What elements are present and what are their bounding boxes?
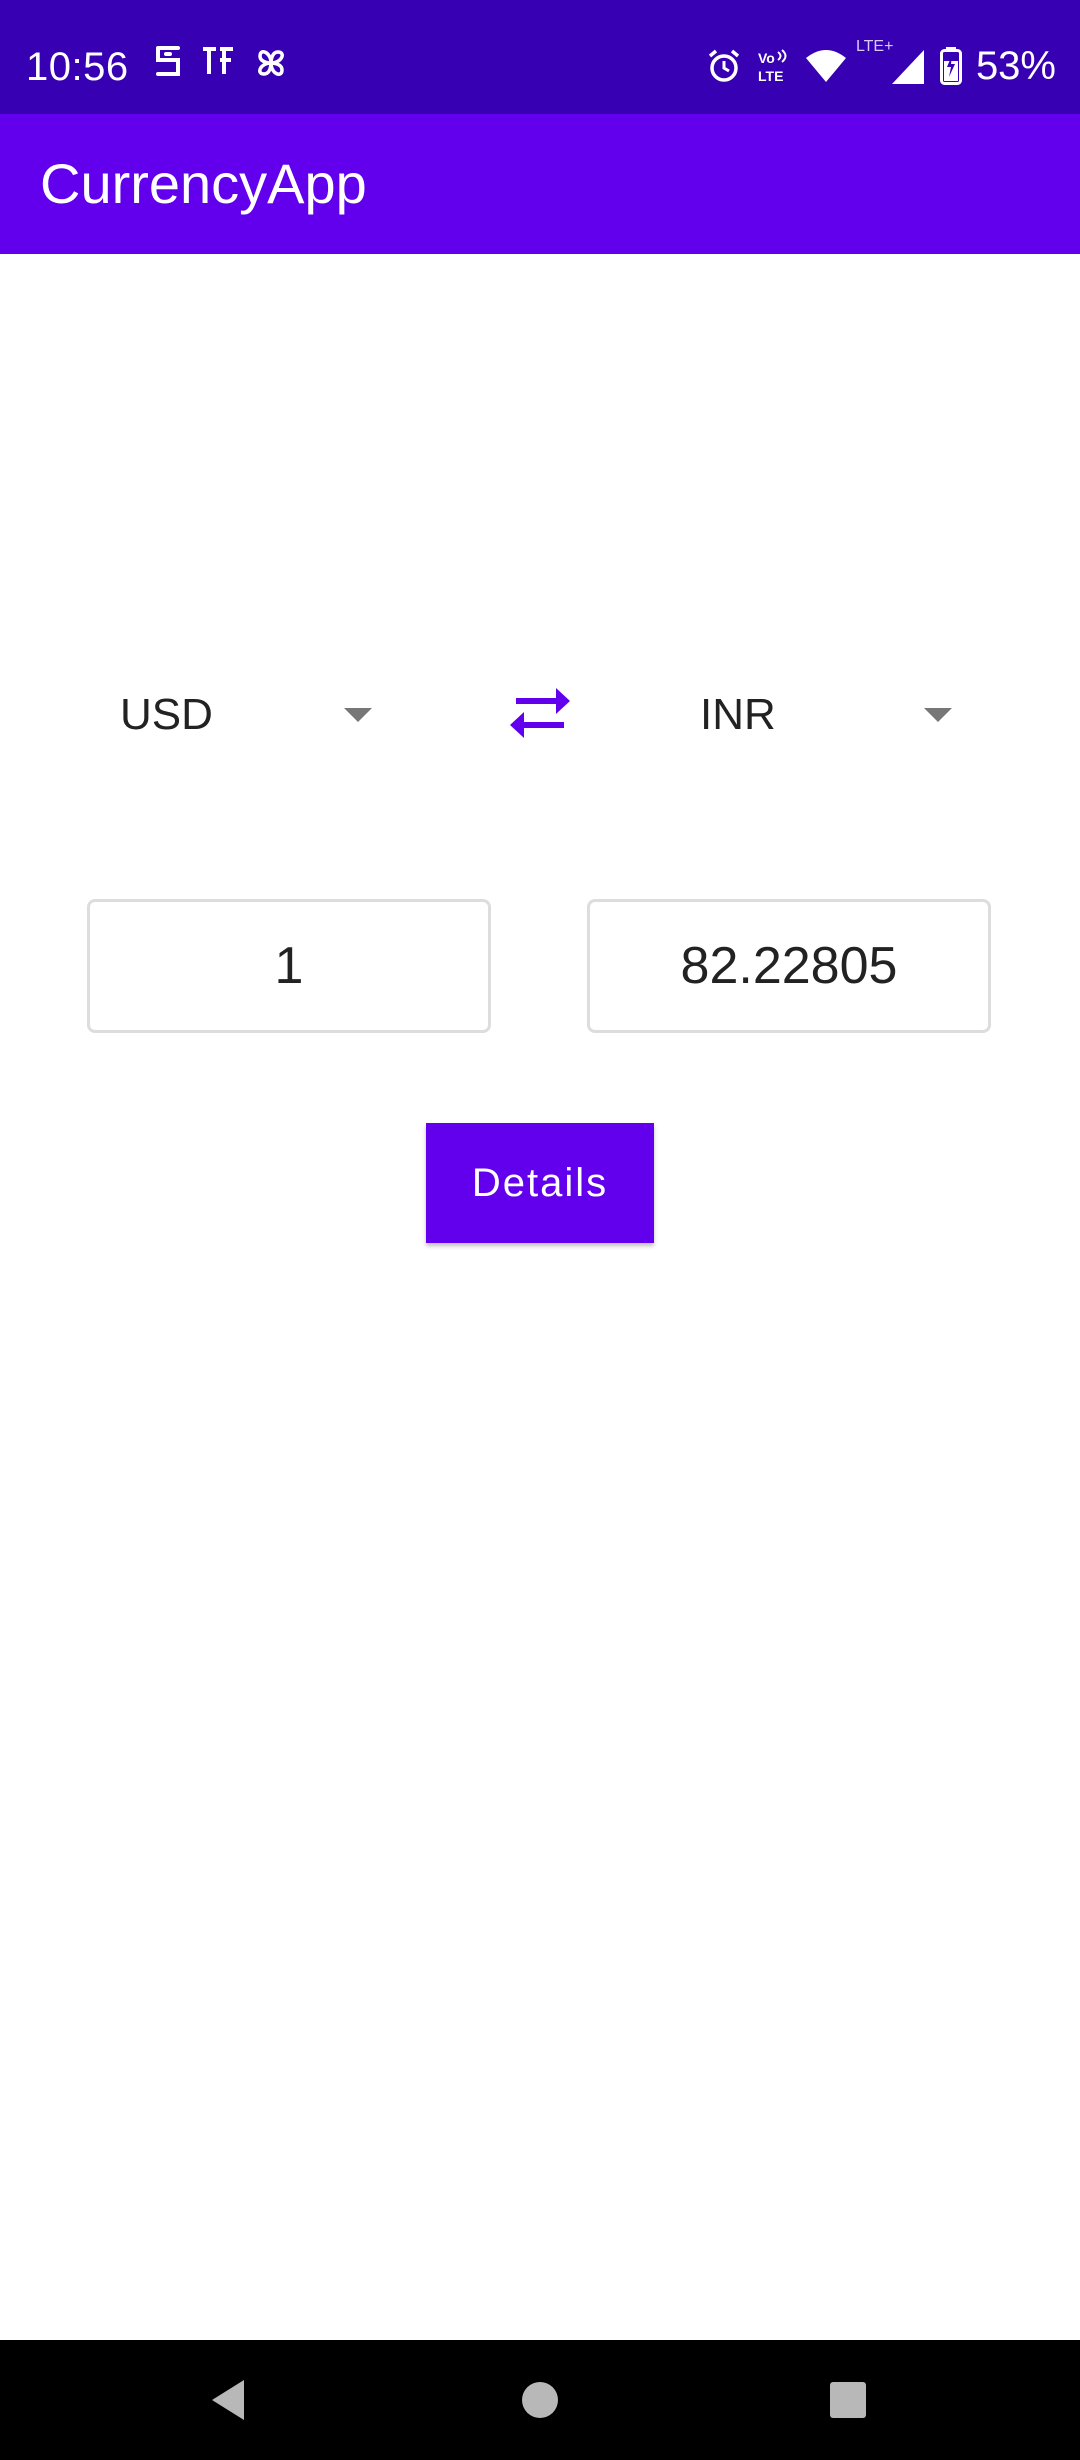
status-bar: 10:56 Vo LTE LTE+ 53% [0, 0, 1080, 114]
dropdown-arrow-icon [344, 708, 372, 722]
notification-icons [152, 44, 290, 84]
from-currency-value: USD [120, 690, 213, 739]
back-button[interactable] [168, 2340, 288, 2460]
pinwheel-app-icon [252, 44, 290, 84]
currency-app-screen: 10:56 Vo LTE LTE+ 53% CurrencyApp USD IN… [0, 0, 1080, 2460]
battery-percent: 53% [975, 44, 1056, 88]
wifi-icon [804, 48, 848, 84]
recents-icon [830, 2382, 866, 2418]
s-app-icon [152, 44, 184, 84]
lte-signal-icon: LTE+ [856, 38, 926, 88]
from-amount-input[interactable]: 1 [87, 899, 491, 1033]
home-button[interactable] [480, 2340, 600, 2460]
tf-app-icon [200, 44, 236, 84]
from-currency-dropdown[interactable]: USD [120, 670, 390, 760]
volte-icon: Vo LTE [756, 48, 790, 84]
dropdown-arrow-icon [924, 708, 952, 722]
swap-currencies-button[interactable] [506, 684, 574, 744]
app-bar: CurrencyApp [0, 114, 1080, 254]
recents-button[interactable] [788, 2340, 908, 2460]
alarm-icon [706, 48, 742, 84]
battery-charging-icon [939, 47, 962, 85]
volte-label-top: Vo [758, 50, 775, 66]
home-icon [522, 2382, 558, 2418]
back-icon [212, 2380, 244, 2420]
volte-label-bottom: LTE [758, 68, 783, 84]
system-status-icons: Vo LTE LTE+ 53% [706, 38, 1056, 88]
to-currency-value: INR [700, 690, 776, 739]
to-amount-field[interactable]: 82.22805 [587, 899, 991, 1033]
swap-horizontal-icon [510, 688, 570, 738]
navigation-bar [0, 2340, 1080, 2460]
app-title: CurrencyApp [40, 152, 367, 215]
details-button[interactable]: Details [426, 1123, 654, 1243]
to-currency-dropdown[interactable]: INR [700, 670, 970, 760]
status-time: 10:56 [26, 45, 129, 89]
